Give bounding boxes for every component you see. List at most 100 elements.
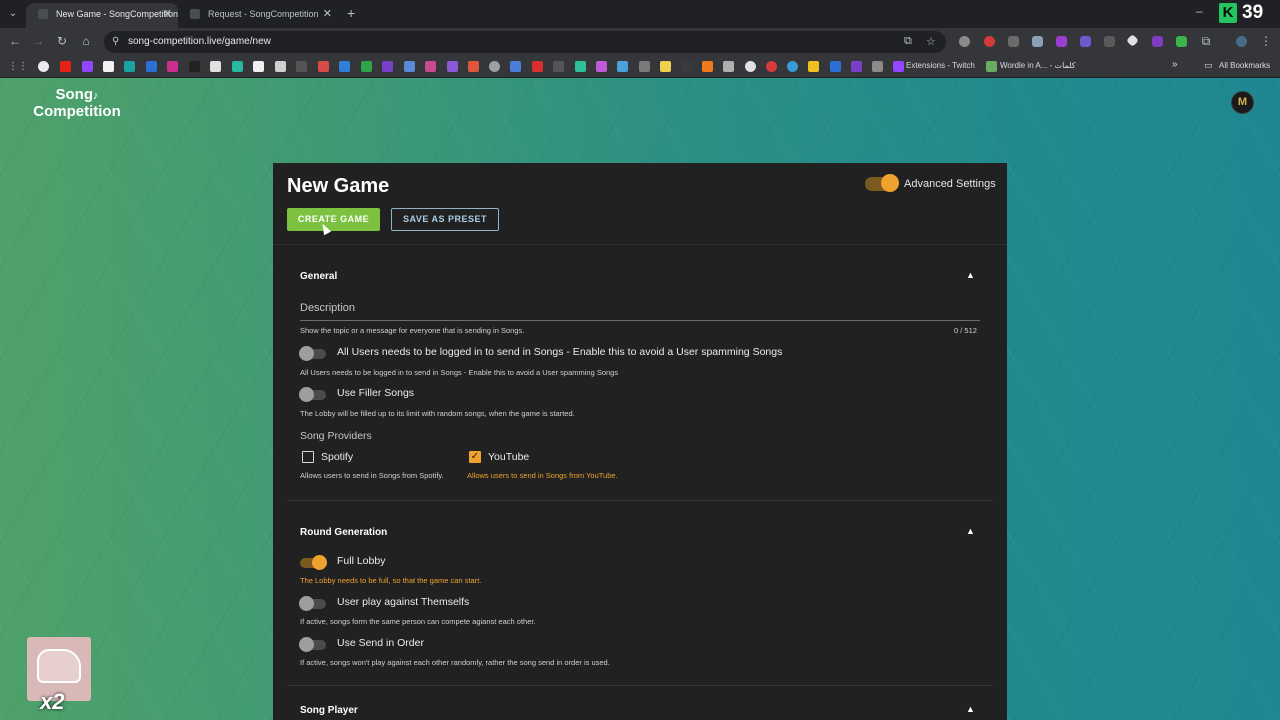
bookmark-icon[interactable]: [447, 61, 458, 72]
bookmark-icon[interactable]: [124, 61, 135, 72]
bookmark-icon[interactable]: [702, 61, 713, 72]
all-bookmarks-link[interactable]: All Bookmarks: [1219, 61, 1270, 70]
tab-close-icon[interactable]: ✕: [163, 3, 172, 25]
full-lobby-toggle[interactable]: [300, 555, 327, 570]
extension-icon[interactable]: [1080, 36, 1091, 47]
bookmark-icon[interactable]: [575, 61, 586, 72]
back-icon[interactable]: ←: [7, 34, 23, 48]
extensions-puzzle-icon[interactable]: ⧉: [1198, 34, 1214, 49]
bookmark-icon[interactable]: [167, 61, 178, 72]
bookmark-icon[interactable]: [639, 61, 650, 72]
bookmark-icon[interactable]: [872, 61, 883, 72]
send-order-toggle[interactable]: [299, 637, 326, 652]
bookmark-twitch-extensions-icon[interactable]: [893, 61, 904, 72]
bookmark-icon[interactable]: [146, 61, 157, 72]
reload-icon[interactable]: ↻: [54, 34, 70, 48]
save-as-preset-button[interactable]: SAVE AS PRESET: [391, 208, 499, 231]
spotify-checkbox[interactable]: [302, 451, 314, 463]
bookmark-icon[interactable]: [830, 61, 841, 72]
bookmark-icon[interactable]: [617, 61, 628, 72]
bookmark-icon[interactable]: [766, 61, 777, 72]
bookmark-icon[interactable]: [510, 61, 521, 72]
youtube-checkbox[interactable]: ✓: [469, 451, 481, 463]
description-input[interactable]: [300, 320, 980, 321]
chevron-up-icon[interactable]: ▲: [966, 704, 975, 714]
bookmark-twitch-icon[interactable]: [82, 61, 93, 72]
tab-request[interactable]: Request - SongCompetition ✕: [178, 3, 338, 28]
bookmark-icon[interactable]: [210, 61, 221, 72]
youtube-label[interactable]: YouTube: [488, 451, 529, 463]
address-bar[interactable]: ⚲ song-competition.live/game/new ⧉ ☆: [104, 31, 946, 53]
bookmark-icon[interactable]: [489, 61, 500, 72]
bookmark-icon[interactable]: [808, 61, 819, 72]
bookmark-label[interactable]: Extensions - Twitch: [906, 61, 975, 70]
bookmark-icon[interactable]: [532, 61, 543, 72]
minimize-icon[interactable]: –: [1196, 4, 1203, 18]
tab-search-icon[interactable]: ⌄: [6, 7, 20, 21]
forward-icon[interactable]: →: [30, 34, 46, 48]
chevron-up-icon[interactable]: ▲: [966, 526, 975, 536]
home-icon[interactable]: ⌂: [78, 34, 94, 48]
extension-icon[interactable]: [1176, 36, 1187, 47]
extension-icon[interactable]: [984, 36, 995, 47]
bookmark-wordle-icon[interactable]: [986, 61, 997, 72]
login-required-toggle[interactable]: [299, 346, 326, 361]
chevron-up-icon[interactable]: ▲: [966, 270, 975, 280]
extension-icon[interactable]: [1152, 36, 1163, 47]
extension-icon[interactable]: [959, 36, 970, 47]
extension-icon[interactable]: [1032, 36, 1043, 47]
bookmark-star-icon[interactable]: ☆: [926, 35, 936, 48]
bookmark-google-icon[interactable]: [38, 61, 49, 72]
bookmark-label[interactable]: Wordle in A... - كلمات: [1000, 61, 1076, 70]
extension-icon[interactable]: [1104, 36, 1115, 47]
bookmark-icon[interactable]: [425, 61, 436, 72]
bookmark-wikipedia-icon[interactable]: [275, 61, 286, 72]
install-icon[interactable]: ⧉: [904, 35, 912, 48]
bookmark-icon[interactable]: [787, 61, 798, 72]
bookmark-icon[interactable]: [361, 61, 372, 72]
section-general-title[interactable]: General: [300, 271, 337, 282]
site-logo[interactable]: Song♪ Competition: [30, 87, 124, 119]
browser-toolbar: ← → ↻ ⌂ ⚲ song-competition.live/game/new…: [0, 28, 1280, 56]
bookmark-icon[interactable]: [681, 61, 692, 72]
bookmark-icon[interactable]: [189, 61, 200, 72]
section-song-player-title[interactable]: Song Player: [300, 705, 358, 716]
bookmark-icon[interactable]: [232, 61, 243, 72]
section-round-generation-title[interactable]: Round Generation: [300, 527, 387, 538]
spotify-label[interactable]: Spotify: [321, 451, 353, 463]
profile-avatar-icon[interactable]: [1236, 36, 1247, 47]
bookmark-icon[interactable]: [596, 61, 607, 72]
bookmark-wikipedia-icon[interactable]: [253, 61, 264, 72]
bookmark-icon[interactable]: [660, 61, 671, 72]
extension-icon[interactable]: [1126, 34, 1139, 47]
bookmark-icon[interactable]: [404, 61, 415, 72]
bookmark-icon[interactable]: [723, 61, 734, 72]
bookmark-icon[interactable]: [553, 61, 564, 72]
extension-icon[interactable]: [1056, 36, 1067, 47]
self-play-toggle[interactable]: [299, 596, 326, 611]
toggle-knob: [299, 596, 314, 611]
new-tab-icon[interactable]: +: [347, 5, 355, 21]
bookmark-icon[interactable]: [296, 61, 307, 72]
bookmark-icon[interactable]: [468, 61, 479, 72]
apps-grid-icon[interactable]: ⋮⋮: [8, 61, 28, 72]
user-avatar[interactable]: M: [1231, 91, 1254, 114]
bookmark-icon[interactable]: [318, 61, 329, 72]
extension-icon[interactable]: [1008, 36, 1019, 47]
tab-new-game[interactable]: New Game - SongCompetition ✕: [26, 3, 178, 28]
bookmarks-overflow-icon[interactable]: »: [1172, 59, 1178, 70]
create-game-button[interactable]: CREATE GAME: [287, 208, 380, 231]
browser-menu-icon[interactable]: ⋮: [1258, 34, 1274, 48]
tab-close-icon[interactable]: ✕: [323, 3, 332, 25]
bookmark-icon[interactable]: [851, 61, 862, 72]
send-order-hint: If active, songs won't play against each…: [300, 658, 610, 667]
bookmark-youtube-icon[interactable]: [60, 61, 71, 72]
advanced-settings-toggle[interactable]: [865, 174, 899, 192]
site-info-icon[interactable]: ⚲: [112, 36, 119, 47]
filler-songs-label: Use Filler Songs: [337, 387, 415, 399]
filler-songs-toggle[interactable]: [299, 387, 326, 402]
bookmark-icon[interactable]: [382, 61, 393, 72]
bookmark-icon[interactable]: [745, 61, 756, 72]
bookmark-icon[interactable]: [339, 61, 350, 72]
bookmark-icon[interactable]: [103, 61, 114, 72]
